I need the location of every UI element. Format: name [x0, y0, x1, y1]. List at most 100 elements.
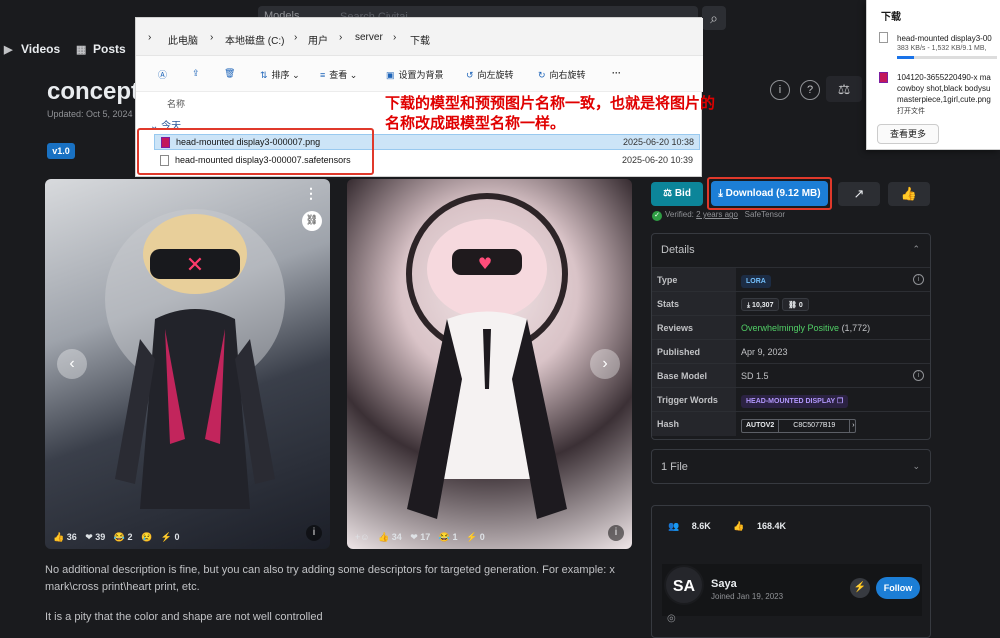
description-paragraph: It is a pity that the color and shape ar… — [45, 611, 323, 623]
carousel-prev-button[interactable]: ‹ — [57, 349, 87, 379]
search-button[interactable]: ⌕ — [702, 6, 726, 30]
type-badge: LORA — [741, 275, 771, 288]
chevron-right-icon: › — [294, 32, 298, 43]
share-button[interactable]: ↗ — [838, 182, 880, 206]
breadcrumb-item[interactable]: 本地磁盘 (C:) — [225, 32, 284, 47]
breadcrumb-item[interactable]: 用户 — [308, 32, 328, 47]
rotate-right-button[interactable]: ↻ 向右旋转 — [538, 68, 586, 81]
check-icon: ✓ — [652, 211, 662, 221]
share-icon: ↗ — [853, 186, 865, 201]
chevron-right-icon: › — [850, 422, 855, 429]
preview-image-2[interactable]: ♥ › +☺ 👍 34 ❤ 17 😂 1 ⚡ 0 i — [347, 179, 632, 549]
cry-reaction[interactable]: 😢 — [141, 532, 155, 542]
detail-row-type: Type LORA i — [652, 267, 930, 292]
bid-button[interactable]: ⚖ Bid — [651, 182, 703, 206]
image-file-icon — [879, 72, 888, 83]
chevron-up-icon[interactable]: ⌃ — [912, 244, 920, 255]
reviews-rating[interactable]: Overwhelmingly Positive — [741, 323, 839, 333]
image-info-icon[interactable]: i — [608, 525, 624, 541]
help-icon[interactable]: ? — [800, 80, 820, 100]
file-icon — [879, 32, 888, 43]
follow-button[interactable]: Follow — [876, 577, 920, 599]
gavel-icon[interactable]: ⚖ — [826, 76, 862, 102]
creator-stats: 👥 8.6K 👍 168.4K — [668, 521, 806, 532]
sort-button[interactable]: ⇅ 排序 ⌄ — [260, 68, 300, 81]
filenames-highlight-box — [137, 128, 374, 175]
creator-joined: Joined Jan 19, 2023 — [711, 592, 784, 601]
see-more-button[interactable]: 查看更多 — [877, 124, 939, 144]
posts-icon: ▦ — [76, 44, 87, 56]
heart-reaction[interactable]: ❤ 39 — [85, 532, 105, 542]
more-options-icon[interactable]: ⋮ — [304, 185, 318, 202]
download-progress-fill — [897, 56, 914, 59]
version-badge[interactable]: v1.0 — [47, 143, 75, 159]
like-reaction[interactable]: 👍 34 — [378, 532, 402, 542]
add-reaction-icon[interactable]: +☺ — [355, 532, 369, 542]
like-reaction[interactable]: 👍 36 — [53, 532, 77, 542]
column-header-name[interactable]: 名称 — [167, 97, 185, 110]
download-progress-bar — [897, 56, 997, 59]
tab-videos[interactable]: ▶ Videos — [4, 42, 60, 56]
laugh-reaction[interactable]: 😂 1 — [439, 532, 458, 542]
explorer-toolbar: Ⓐ ⇪ 🗑 ⇅ 排序 ⌄ ≡ 查看 ⌄ ▣ 设置为背景 ↺ 向左旋转 ↻ 向右旋转 ··· — [136, 56, 703, 92]
tab-posts[interactable]: ▦ Posts — [76, 42, 126, 56]
info-icon[interactable]: i — [913, 274, 924, 285]
svg-text:♥: ♥ — [478, 254, 492, 273]
rotate-left-button[interactable]: ↺ 向左旋转 — [466, 68, 514, 81]
download-item-status: 383 KB/s - 1,532 KB/9.1 MB, — [897, 45, 987, 52]
hash-selector[interactable]: AUTOV2 C8C5077B19 › — [741, 419, 856, 433]
detail-row-trigger-words: Trigger Words HEAD-MOUNTED DISPLAY ❐ — [652, 387, 930, 412]
breadcrumb-item[interactable]: server — [355, 32, 383, 43]
ai-icon[interactable]: Ⓐ — [158, 68, 171, 81]
breadcrumb-item[interactable]: 下载 — [410, 32, 430, 47]
reaction-bar: +☺ 👍 34 ❤ 17 😂 1 ⚡ 0 — [355, 532, 491, 543]
download-item-name[interactable]: head-mounted display3-00 — [897, 34, 992, 43]
more-options-icon[interactable]: ··· — [612, 68, 621, 78]
trigger-word-badge[interactable]: HEAD-MOUNTED DISPLAY ❐ — [741, 395, 849, 408]
reviews-count: (1,772) — [841, 323, 871, 333]
creator-name[interactable]: Saya — [711, 578, 737, 590]
preview-image-1[interactable]: ✕ ⋮ ⛓ ‹ 👍 36 ❤ 39 😂 2 😢 ⚡ 0 i — [45, 179, 330, 549]
verified-time-link[interactable]: 2 years ago — [696, 210, 738, 219]
tip-bolt-icon[interactable]: ⚡ — [850, 578, 870, 598]
download-item-name[interactable]: 104120-3655220490-x ma cowboy shot,black… — [897, 72, 991, 105]
laugh-reaction[interactable]: 😂 2 — [114, 532, 133, 542]
buzz-reaction[interactable]: ⚡ 0 — [161, 532, 180, 542]
downloads-header: 下载 — [881, 12, 901, 23]
details-header[interactable]: Details — [661, 244, 695, 256]
heart-reaction[interactable]: ❤ 17 — [410, 532, 430, 542]
breadcrumb: › 此电脑 › 本地磁盘 (C:) › 用户 › server › 下载 — [136, 18, 703, 56]
buzz-reaction[interactable]: ⚡ 0 — [466, 532, 485, 542]
view-button[interactable]: ≡ 查看 ⌄ — [320, 68, 357, 81]
copy-icon: ❐ — [837, 398, 844, 405]
likes-count: 👍 168.4K — [733, 521, 786, 531]
description-paragraph: No additional description is fine, but y… — [45, 564, 615, 593]
chevron-right-icon: › — [210, 32, 214, 43]
chevron-right-icon: › — [148, 32, 152, 43]
gavel-icon: ⚖ — [663, 188, 675, 199]
chevron-down-icon: ⌄ — [912, 461, 920, 471]
chevron-right-icon: › — [339, 32, 343, 43]
open-file-link[interactable]: 打开文件 — [897, 106, 925, 116]
like-button[interactable]: 👍 — [888, 182, 930, 206]
file-format: SafeTensor — [744, 210, 786, 219]
delete-icon[interactable]: 🗑 — [224, 68, 239, 79]
detail-row-stats: Stats ⤓ 10,307 ⛓ 0 — [652, 291, 930, 316]
avatar[interactable]: SA — [664, 565, 704, 605]
info-icon[interactable]: i — [913, 370, 924, 381]
link-icon[interactable]: ⛓ — [302, 211, 322, 231]
set-background-button[interactable]: ▣ 设置为背景 — [386, 68, 444, 81]
image-info-icon[interactable]: i — [306, 525, 322, 541]
verified-status: ✓ Verified: 2 years ago SafeTensor — [652, 210, 785, 221]
share-icon[interactable]: ⇪ — [192, 68, 204, 79]
link-icon: ⛓ — [787, 302, 799, 309]
info-icon[interactable]: i — [770, 80, 790, 100]
detail-row-published: Published Apr 9, 2023 — [652, 339, 930, 364]
page-title: concept — [47, 78, 140, 105]
thumbs-up-icon: 👍 — [900, 186, 918, 201]
reaction-bar: 👍 36 ❤ 39 😂 2 😢 ⚡ 0 — [53, 532, 186, 543]
updated-date: Updated: Oct 5, 2024 — [47, 109, 133, 119]
files-accordion[interactable]: 1 File ⌄ — [651, 449, 931, 484]
breadcrumb-item[interactable]: 此电脑 — [168, 32, 198, 47]
carousel-next-button[interactable]: › — [590, 349, 620, 379]
